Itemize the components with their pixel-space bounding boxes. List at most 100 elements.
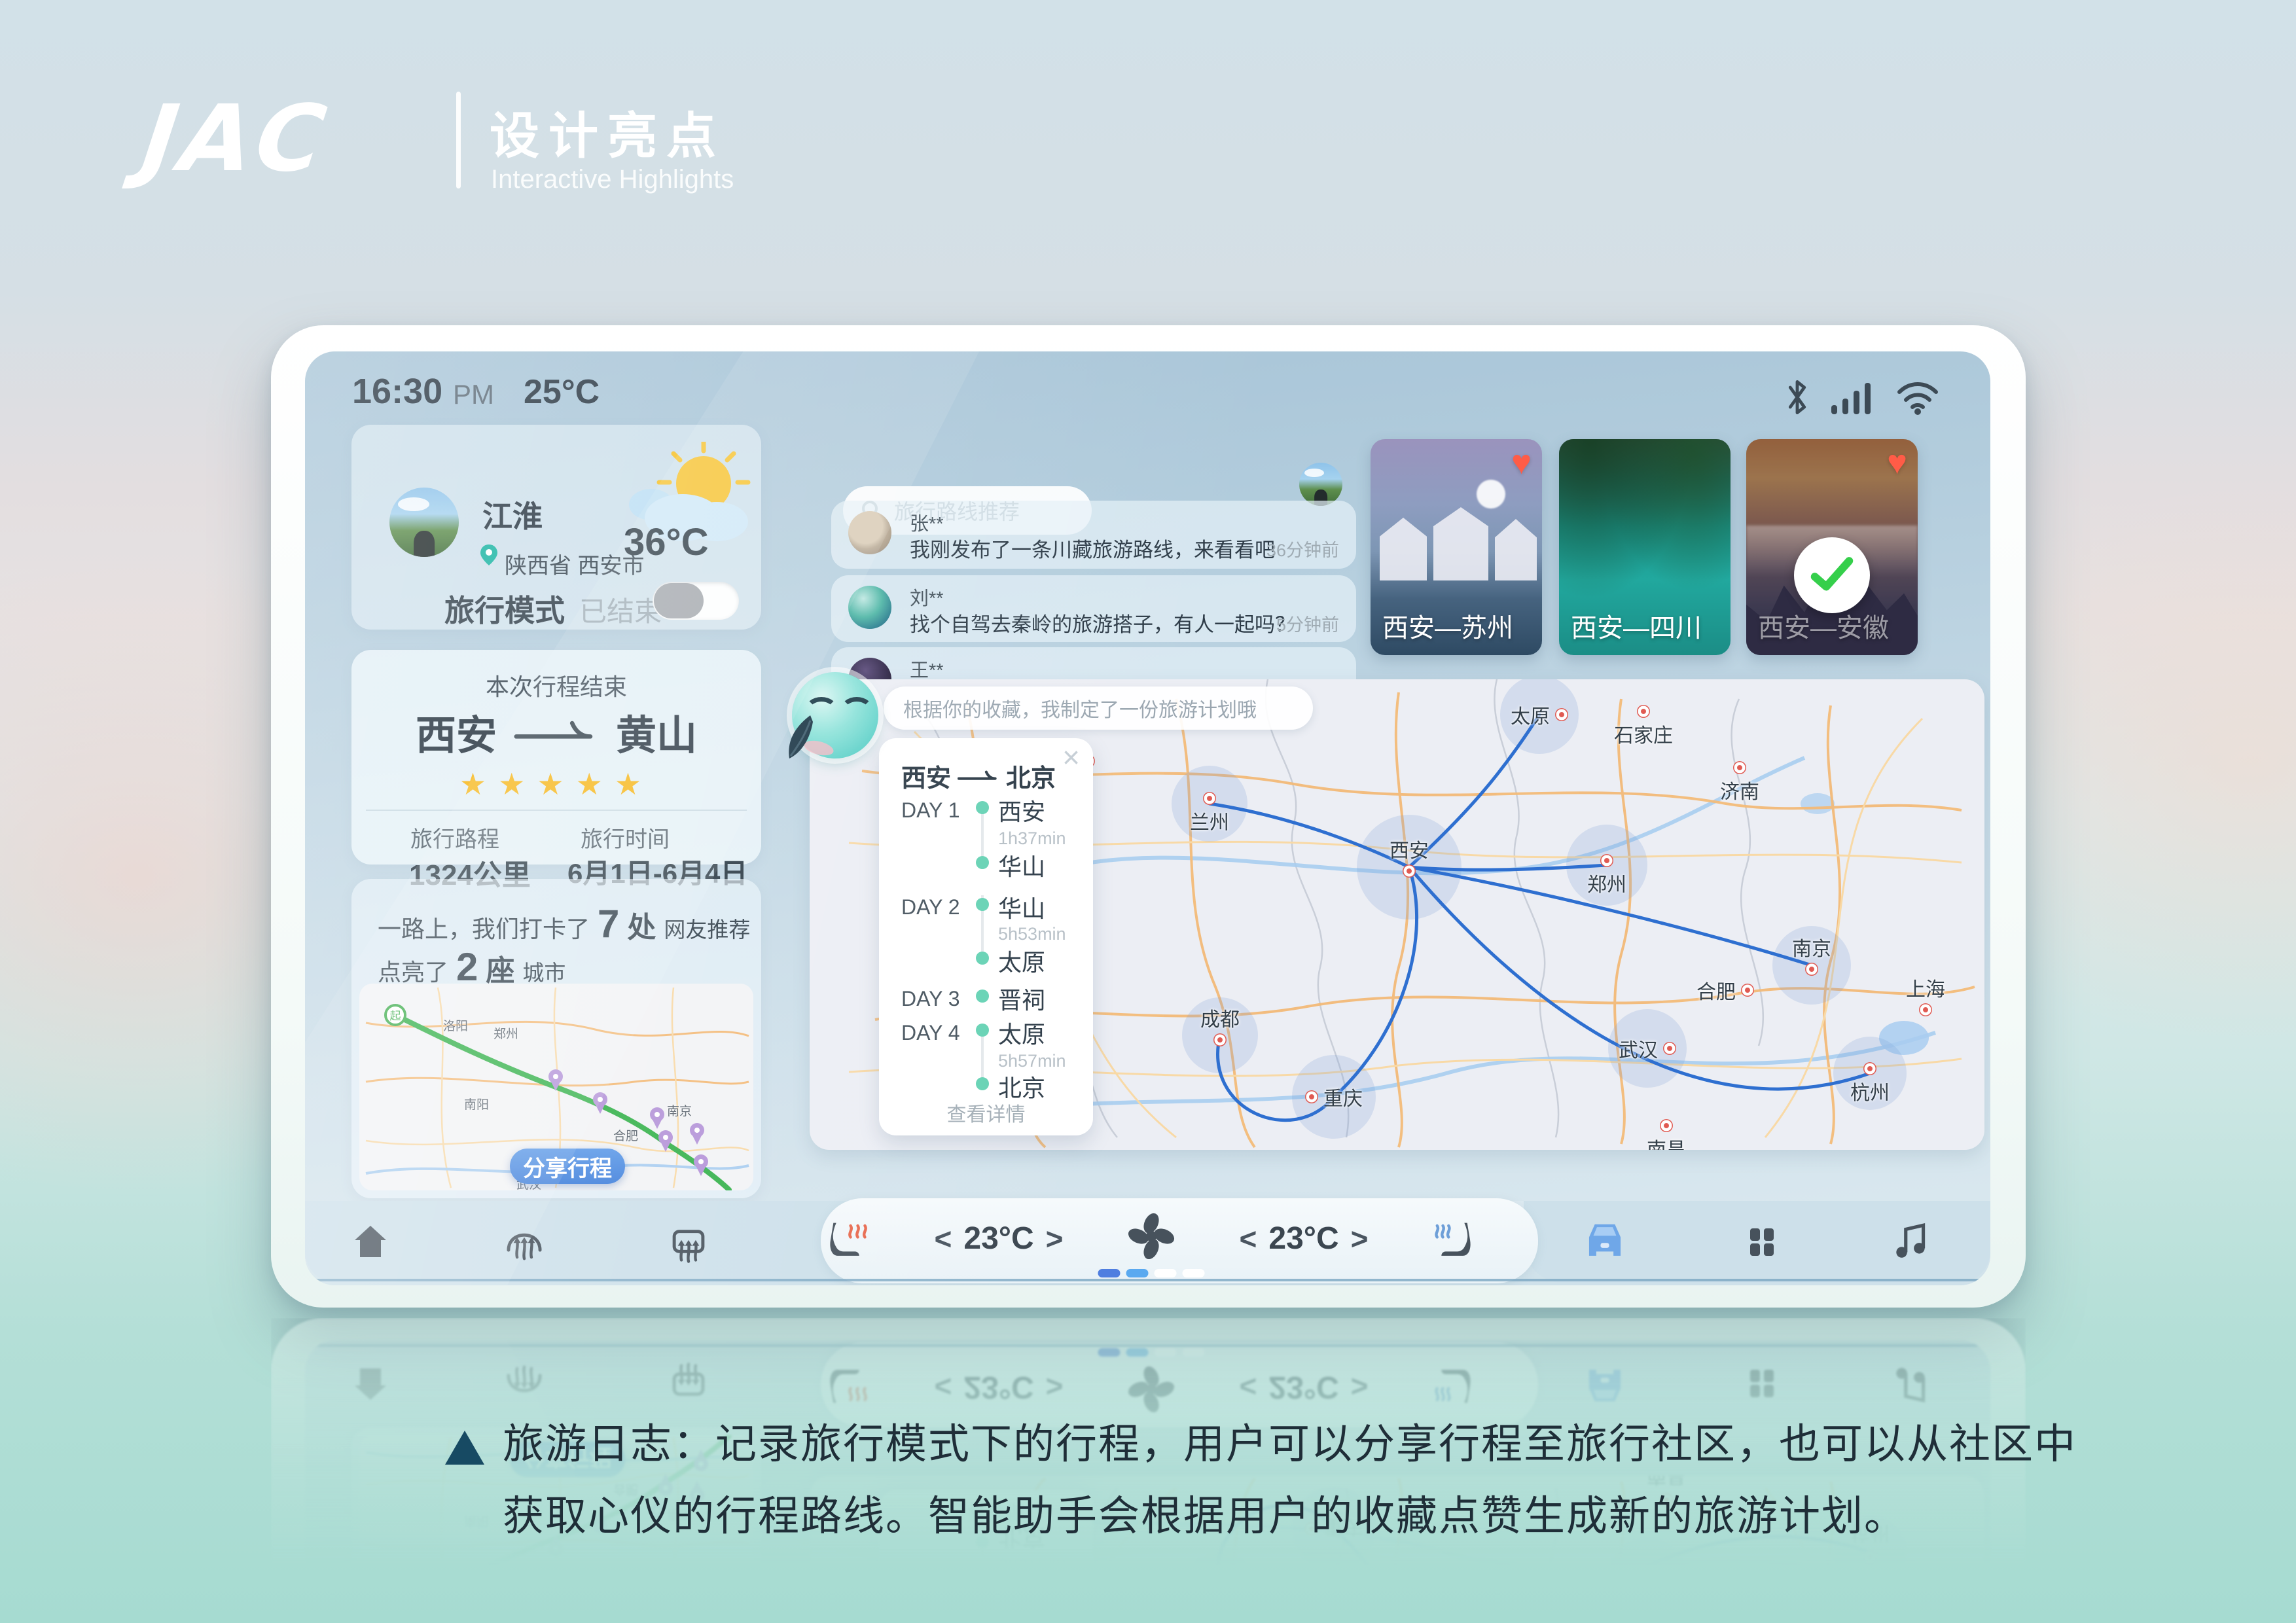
- divider: [366, 810, 747, 811]
- close-icon[interactable]: ×: [1062, 742, 1080, 772]
- share-trip-button[interactable]: 分享行程: [510, 1149, 625, 1184]
- map-city-dot: [1637, 705, 1650, 718]
- wifi-icon: [1897, 382, 1938, 415]
- message-user: 张**: [910, 514, 944, 535]
- plan-details-link[interactable]: 查看详情: [879, 1098, 1093, 1127]
- timeline-dot: [976, 856, 989, 869]
- map-city-dot: [1805, 963, 1818, 976]
- journal-line1-post: 网友推荐: [664, 918, 751, 942]
- trip-rating-stars[interactable]: ★★★★★: [351, 766, 761, 802]
- ai-assistant-avatar[interactable]: [789, 672, 878, 758]
- trip-plan-panel: × 西安 北京 DAY 1 西安 1h37min 华山 DAY 2 华山 5h5…: [879, 738, 1093, 1135]
- tablet-reflection: 16:30 PM 25°C 江淮: [271, 1318, 2026, 1623]
- plan-day: DAY 4: [901, 1021, 960, 1044]
- avatar[interactable]: [389, 488, 459, 557]
- trip-mini-map[interactable]: 起 洛阳 郑州 南阳 合肥 南京 武汉 分享行程: [359, 984, 753, 1190]
- weather-temperature: 36°C: [624, 521, 709, 563]
- map-city-label: 南京: [1792, 938, 1831, 960]
- journal-card: 一路上，我们打卡了 7 处 网友推荐 点亮了 2 座 城市 起 洛阳 郑州 南阳…: [351, 879, 761, 1198]
- route-card-title: 西安—苏州: [1382, 614, 1513, 643]
- plan-day: DAY 2: [901, 895, 960, 919]
- travel-mode-label: 旅行模式: [444, 594, 565, 628]
- trip-summary-card: 本次行程结束 西安 黄山 ★★★★★ 旅行路程 旅行时间 1324公里 6月1日…: [351, 650, 761, 891]
- seat-heat-button[interactable]: [820, 1215, 872, 1268]
- trip-to: 黄山: [616, 713, 698, 758]
- climate-toolbar: < 23°C > < 23°C >: [305, 1198, 1990, 1285]
- temperature-control-left: < 23°C >: [935, 1221, 1064, 1257]
- route-arrow-icon: [514, 721, 593, 739]
- community-message[interactable]: 刘** 找个自驾去秦岭的旅游搭子，有人一起吗？ 5分钟前: [831, 575, 1356, 642]
- map-city-label: 济南: [1720, 781, 1759, 803]
- plan-stop: 西安: [998, 798, 1046, 825]
- chevron-left-icon[interactable]: <: [1240, 1221, 1257, 1257]
- plan-stop: 华山: [998, 895, 1046, 922]
- rear-defrost-button[interactable]: [662, 1215, 715, 1268]
- house-shape: [1380, 518, 1427, 580]
- map-city-label: 石家庄: [1614, 725, 1673, 747]
- map-city-label: 西安: [1390, 840, 1429, 862]
- avatar-person: [414, 530, 435, 557]
- journal-city-unit: 座: [486, 955, 515, 987]
- plan-to: 北京: [1006, 765, 1056, 793]
- route-card-anhui[interactable]: ♥ 西安—安徽: [1746, 439, 1918, 655]
- plan-duration: 5h53min: [998, 924, 1066, 944]
- map-city-label: 合肥: [1696, 982, 1736, 1003]
- community-message[interactable]: 张** 我刚发布了一条川藏旅游路线，来看看吧 36分钟前: [831, 501, 1356, 569]
- travel-mode-toggle[interactable]: [653, 582, 739, 620]
- caption-line2: 获取心仪的行程路线。智能助手会根据用户的收藏点赞生成新的旅游计划。: [503, 1493, 1907, 1539]
- route-card-title: 西安—安徽: [1758, 614, 1889, 643]
- map-city-dot: [1919, 1003, 1932, 1016]
- jac-logo-text: JAC: [120, 85, 345, 192]
- chevron-right-icon[interactable]: >: [1351, 1221, 1369, 1257]
- fan-speed-indicator[interactable]: [1098, 1269, 1205, 1277]
- timeline-dot: [976, 801, 989, 814]
- journal-line1-pre: 一路上，我们打卡了: [378, 916, 590, 942]
- home-button[interactable]: [344, 1215, 397, 1268]
- outside-temperature: 25°C: [524, 373, 600, 411]
- house-shape: [1433, 507, 1488, 580]
- fan-button[interactable]: [1125, 1210, 1177, 1262]
- plan-duration: 5h57min: [998, 1051, 1066, 1071]
- map-city-dot: [1403, 865, 1416, 878]
- plan-day: DAY 3: [901, 987, 960, 1010]
- map-city-label: 重庆: [1323, 1088, 1363, 1110]
- chevron-right-icon[interactable]: >: [1046, 1221, 1064, 1257]
- seat-vent-button[interactable]: [1428, 1215, 1480, 1268]
- map-city-label: 成都: [1200, 1009, 1240, 1031]
- selected-check-icon[interactable]: [1794, 537, 1870, 613]
- bluetooth-icon: [1788, 380, 1806, 414]
- plan-route: 西安 北京: [901, 758, 1056, 794]
- temperature-control-right: < 23°C >: [1240, 1221, 1369, 1257]
- route-card-sichuan[interactable]: 西安—四川: [1559, 439, 1731, 655]
- clock-meridiem: PM: [453, 379, 494, 410]
- avatar-cloud: [397, 497, 430, 512]
- route-card-title: 西安—四川: [1571, 614, 1702, 643]
- music-button[interactable]: [1885, 1215, 1937, 1268]
- journal-line2-pre: 点亮了: [378, 959, 449, 986]
- like-heart-icon[interactable]: ♥: [1511, 443, 1532, 482]
- mini-map-label: 合肥: [613, 1130, 639, 1143]
- svg-text:起: 起: [390, 1603, 401, 1616]
- house-shape: [1495, 519, 1537, 580]
- car-display: 16:30 PM 25°C 江淮: [271, 1318, 2026, 1623]
- community-user-avatar[interactable]: [1299, 463, 1342, 506]
- message-avatar: [848, 511, 891, 554]
- apps-grid-button[interactable]: [1736, 1215, 1788, 1268]
- mini-map-start-marker: 起: [384, 1004, 406, 1026]
- map-city-dot: [1660, 1119, 1673, 1132]
- front-defrost-button[interactable]: [498, 1215, 550, 1268]
- caption-bullet-triangle: [445, 1431, 484, 1465]
- message-user: 刘**: [910, 588, 944, 609]
- jac-logo: JAC: [120, 85, 345, 192]
- trip-time-label: 旅行时间: [581, 827, 670, 852]
- map-city-label: 武汉: [1619, 1040, 1658, 1061]
- route-card-suzhou[interactable]: ♥ 西安—苏州: [1371, 439, 1542, 655]
- brand-divider: [456, 92, 461, 188]
- vehicle-button[interactable]: [1579, 1215, 1631, 1268]
- page: JAC 设计亮点 Interactive Highlights 16:30 PM…: [0, 0, 2296, 1623]
- like-heart-icon[interactable]: ♥: [1887, 443, 1907, 482]
- chevron-left-icon[interactable]: <: [935, 1221, 952, 1257]
- map-city-label: 兰州: [1190, 812, 1229, 834]
- journal-checkin-count: 7: [598, 902, 620, 946]
- screen: 16:30 PM 25°C 江淮 陕西省 西安市 36°C 旅行模式 已结束 本…: [305, 351, 1990, 1285]
